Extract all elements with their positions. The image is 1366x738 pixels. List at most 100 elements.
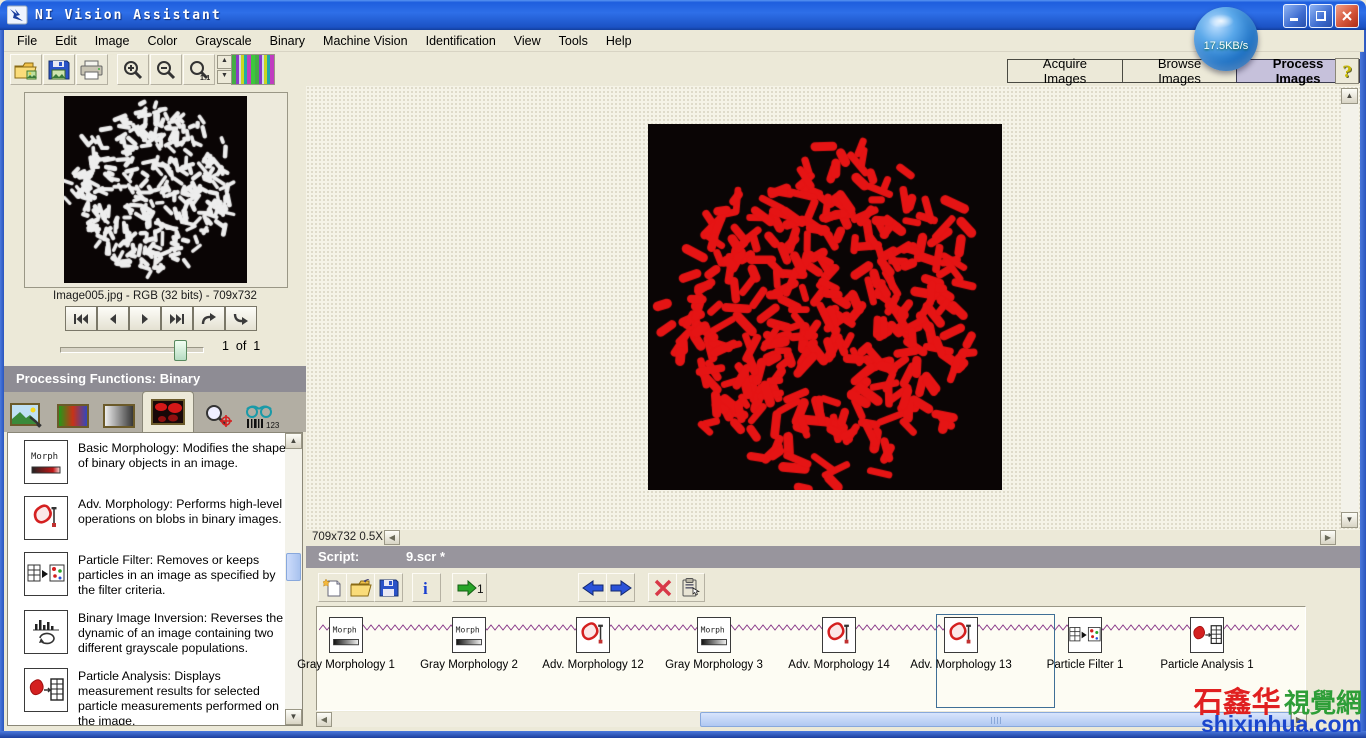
- particle-filter-icon: [1068, 617, 1102, 653]
- script-step-label: Adv. Morphology 14: [779, 659, 899, 671]
- spinner-up-icon[interactable]: ▲: [217, 55, 232, 69]
- watermark-url: shixinhua.com: [1194, 713, 1362, 736]
- open-script-button[interactable]: [346, 573, 375, 602]
- toolbar-icon-group: 1:1 ▲▼: [10, 54, 275, 85]
- title-bar: NI Vision Assistant: [0, 0, 1366, 30]
- close-button[interactable]: [1335, 4, 1359, 28]
- tab-identification[interactable]: 123: [240, 399, 286, 432]
- tab-color[interactable]: [50, 399, 96, 432]
- return-image-button[interactable]: [225, 306, 257, 331]
- function-item-text: Binary Image Inversion: Reverses the dyn…: [78, 610, 288, 656]
- image-slider-thumb[interactable]: [174, 340, 187, 361]
- save-image-button[interactable]: [43, 54, 75, 85]
- scroll-right-icon[interactable]: ▶: [1320, 530, 1336, 545]
- processed-image[interactable]: [648, 124, 1002, 490]
- image-slider[interactable]: [60, 347, 204, 353]
- script-step-gray-morphology-3[interactable]: MorphGray Morphology 3: [654, 617, 774, 671]
- adv-morphology-icon: [944, 617, 978, 653]
- minimize-button[interactable]: [1283, 4, 1307, 28]
- menu-image[interactable]: Image: [86, 32, 139, 50]
- send-to-script-button[interactable]: [193, 306, 225, 331]
- adv-morphology-icon: [576, 617, 610, 653]
- move-step-left-button[interactable]: [578, 573, 607, 602]
- menu-machine-vision[interactable]: Machine Vision: [314, 32, 417, 50]
- adv-morphology-icon: [24, 496, 68, 540]
- function-item-particle-analysis[interactable]: Particle Analysis: Displays measurement …: [8, 661, 302, 726]
- script-step-particle-filter-1[interactable]: Particle Filter 1: [1025, 617, 1145, 671]
- scroll-up-icon[interactable]: ▲: [285, 433, 302, 449]
- first-image-button[interactable]: [65, 306, 97, 331]
- script-step-gray-morphology-2[interactable]: MorphGray Morphology 2: [409, 617, 529, 671]
- script-horizontal-scrollbar[interactable]: ◀ ▶: [316, 712, 1306, 727]
- function-item-basic-morphology[interactable]: MorphBasic Morphology: Modifies the shap…: [8, 433, 302, 489]
- script-step-particle-analysis-1[interactable]: Particle Analysis 1: [1147, 617, 1267, 671]
- menu-grayscale[interactable]: Grayscale: [186, 32, 260, 50]
- scroll-up-icon[interactable]: ▲: [1341, 88, 1358, 104]
- script-label: Script:: [318, 546, 359, 568]
- image-caption: Image005.jpg - RGB (32 bits) - 709x732: [4, 290, 306, 302]
- menu-tools[interactable]: Tools: [550, 32, 597, 50]
- svg-text:Morph: Morph: [701, 625, 725, 634]
- maximize-button[interactable]: [1309, 4, 1333, 28]
- thumbnail-image[interactable]: [64, 96, 247, 283]
- tab-machine-vision[interactable]: [194, 399, 240, 432]
- particle-analysis-icon: [24, 668, 68, 712]
- function-item-binary-inversion[interactable]: Binary Image Inversion: Reverses the dyn…: [8, 603, 302, 661]
- save-script-button[interactable]: [374, 573, 403, 602]
- tab-image[interactable]: [4, 399, 50, 432]
- network-speed-bubble: 17.5KB/s: [1194, 7, 1258, 71]
- gray-morphology-icon: Morph: [329, 617, 363, 653]
- image-display-area[interactable]: ▲ ▼: [306, 86, 1360, 530]
- menu-help[interactable]: Help: [597, 32, 641, 50]
- function-item-text: Particle Filter: Removes or keeps partic…: [78, 552, 288, 598]
- menu-edit[interactable]: Edit: [46, 32, 86, 50]
- mode-acquire-images[interactable]: Acquire Images: [1007, 59, 1122, 83]
- zoom-spinner[interactable]: ▲▼: [217, 55, 230, 84]
- function-list-scrollbar[interactable]: ▲ ▼: [285, 433, 302, 725]
- step-info-button[interactable]: i: [412, 573, 441, 602]
- zoom-out-button[interactable]: [150, 54, 182, 85]
- svg-text:1:1: 1:1: [200, 75, 210, 81]
- spinner-down-icon[interactable]: ▼: [217, 70, 232, 84]
- script-step-gray-morphology-1[interactable]: MorphGray Morphology 1: [286, 617, 406, 671]
- run-once-button[interactable]: 1: [452, 573, 487, 602]
- tab-binary[interactable]: [142, 391, 194, 432]
- paste-step-button[interactable]: [676, 573, 705, 602]
- move-step-right-button[interactable]: [606, 573, 635, 602]
- svg-text:Morph: Morph: [31, 452, 58, 462]
- open-image-button[interactable]: [10, 54, 42, 85]
- menu-view[interactable]: View: [505, 32, 550, 50]
- script-step-adv-morphology-13[interactable]: Adv. Morphology 13: [901, 617, 1021, 671]
- menu-binary[interactable]: Binary: [261, 32, 314, 50]
- script-step-adv-morphology-14[interactable]: Adv. Morphology 14: [779, 617, 899, 671]
- viewer-vertical-scrollbar[interactable]: ▲ ▼: [1341, 88, 1358, 528]
- scroll-left-icon[interactable]: ◀: [316, 712, 332, 727]
- help-button[interactable]: ?: [1335, 58, 1359, 84]
- script-step-adv-morphology-12[interactable]: Adv. Morphology 12: [533, 617, 653, 671]
- next-image-button[interactable]: [129, 306, 161, 331]
- color-palette-icon[interactable]: [231, 54, 275, 85]
- delete-step-button[interactable]: [648, 573, 677, 602]
- window-title: NI Vision Assistant: [35, 8, 222, 23]
- function-item-text: Particle Analysis: Displays measurement …: [78, 668, 288, 726]
- image-slider-row: 1 of 1: [4, 338, 306, 360]
- scroll-left-icon[interactable]: ◀: [384, 530, 400, 545]
- zoom-in-button[interactable]: [117, 54, 149, 85]
- previous-image-button[interactable]: [97, 306, 129, 331]
- menu-identification[interactable]: Identification: [417, 32, 505, 50]
- basic-morphology-icon: Morph: [24, 440, 68, 484]
- tab-grayscale[interactable]: [96, 399, 142, 432]
- gray-morphology-icon: Morph: [697, 617, 731, 653]
- window-border-right: [1360, 30, 1366, 738]
- scroll-down-icon[interactable]: ▼: [1341, 512, 1358, 528]
- last-image-button[interactable]: [161, 306, 193, 331]
- new-script-button[interactable]: [318, 573, 347, 602]
- menu-color[interactable]: Color: [138, 32, 186, 50]
- print-button[interactable]: [76, 54, 108, 85]
- scroll-down-icon[interactable]: ▼: [285, 709, 302, 725]
- zoom-1to1-button[interactable]: 1:1: [183, 54, 215, 85]
- scrollbar-thumb[interactable]: [286, 553, 301, 581]
- function-item-particle-filter[interactable]: Particle Filter: Removes or keeps partic…: [8, 545, 302, 603]
- menu-file[interactable]: File: [8, 32, 46, 50]
- function-item-adv-morphology[interactable]: Adv. Morphology: Performs high-level ope…: [8, 489, 302, 545]
